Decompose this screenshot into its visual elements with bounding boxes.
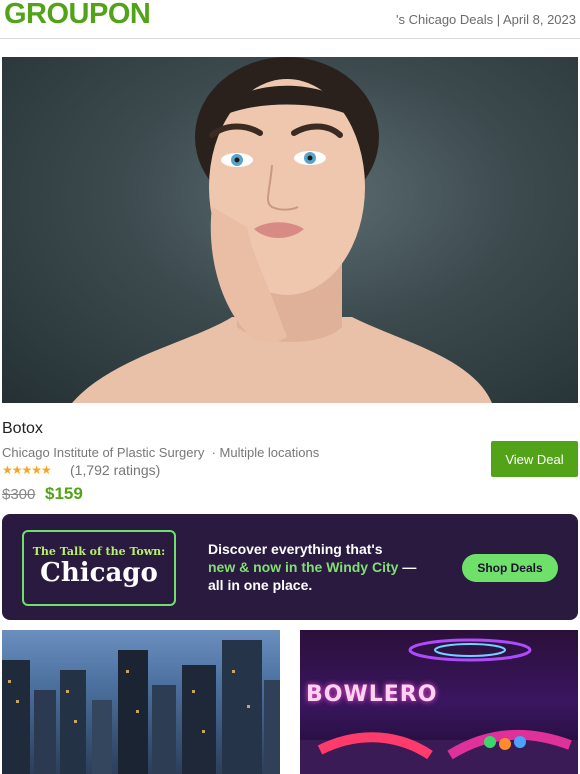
- merchant-line: Chicago Institute of Plastic Surgery · M…: [2, 445, 319, 460]
- banner-city: Chicago: [40, 558, 158, 588]
- merchant-locations: Multiple locations: [219, 445, 320, 460]
- view-deal-button[interactable]: View Deal: [491, 441, 578, 477]
- skyline-illustration: [2, 640, 280, 774]
- deal-hero-image[interactable]: [2, 57, 578, 403]
- bowlero-image[interactable]: BOWLERO: [300, 630, 578, 774]
- email-header: GROUPON 's Chicago Deals | April 8, 2023: [0, 0, 580, 39]
- portrait-illustration: [72, 57, 492, 403]
- original-price: $300: [2, 486, 36, 503]
- chicago-skyline-image[interactable]: [2, 630, 280, 774]
- bowlero-sign: BOWLERO: [306, 682, 438, 707]
- banner-kicker: The Talk of the Town:: [32, 545, 166, 558]
- merchant-name: Chicago Institute of Plastic Surgery: [2, 445, 205, 460]
- shop-deals-button[interactable]: Shop Deals: [462, 554, 558, 582]
- groupon-logo[interactable]: GROUPON: [4, 0, 151, 31]
- ratings-count: (1,792 ratings): [70, 462, 161, 478]
- chicago-promo-banner[interactable]: The Talk of the Town: Chicago Discover e…: [2, 514, 578, 620]
- separator-dot: ·: [207, 445, 220, 460]
- deal-price: $159: [45, 484, 83, 503]
- star-rating-icon: ★★★★★: [2, 463, 52, 477]
- banner-title-box: The Talk of the Town: Chicago: [22, 530, 176, 606]
- banner-text-a: Discover everything that's: [208, 541, 383, 557]
- header-date-line: 's Chicago Deals | April 8, 2023: [395, 12, 576, 27]
- deal-title[interactable]: Botox: [2, 420, 43, 438]
- banner-text-b: new & now in the Windy City: [208, 559, 399, 575]
- banner-description: Discover everything that's new & now in …: [208, 540, 433, 594]
